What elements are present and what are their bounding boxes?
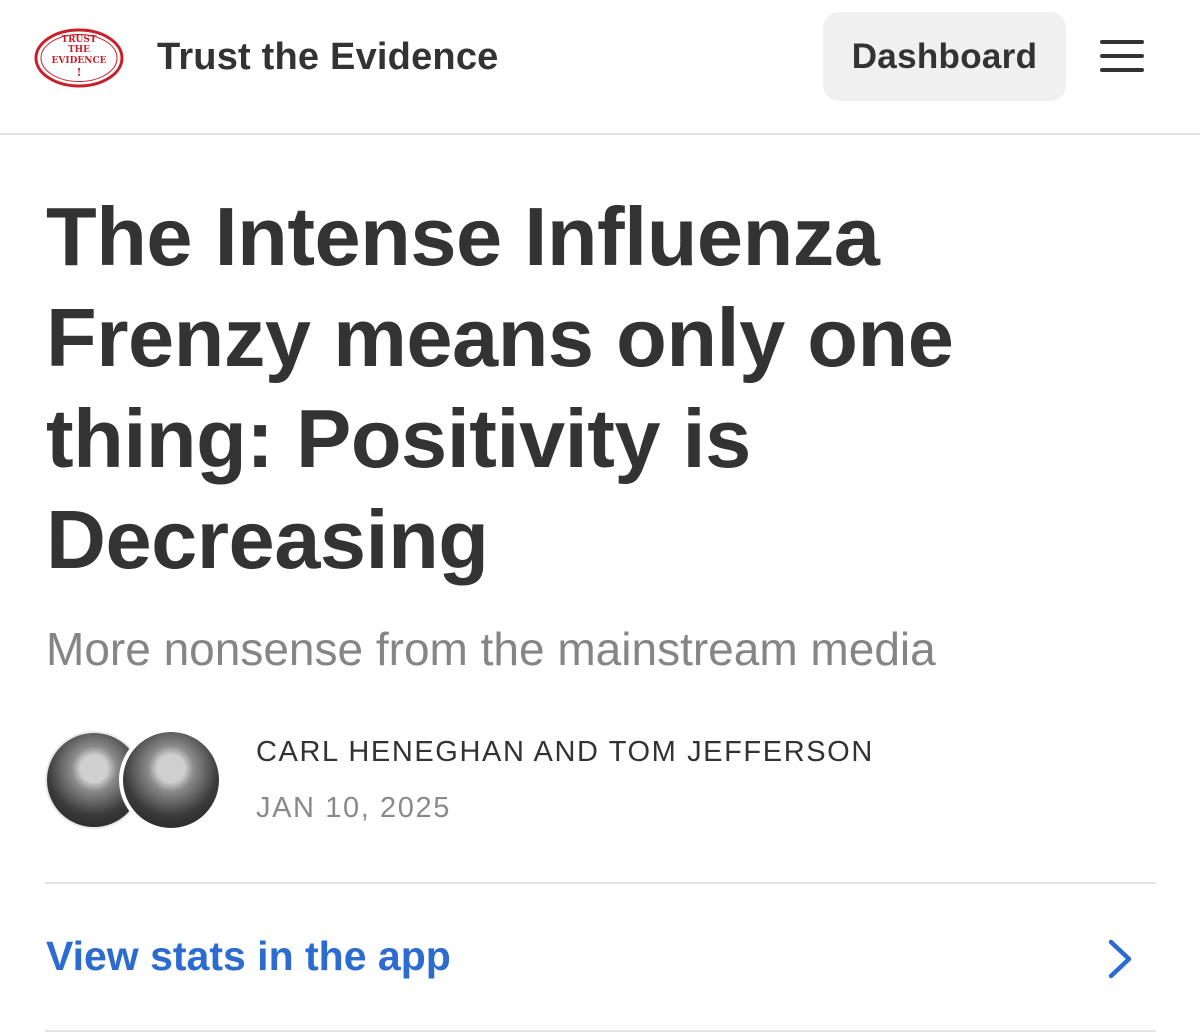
publication-logo[interactable]: TRUST THE EVIDENCE ! [33, 27, 125, 89]
top-bar: TRUST THE EVIDENCE ! Trust the Evidence … [0, 0, 1200, 135]
logo-text-line-3: EVIDENCE [52, 56, 107, 66]
dashboard-button[interactable]: Dashboard [823, 12, 1066, 101]
publish-date: JAN 10, 2025 [256, 792, 451, 824]
author-names[interactable]: CARL HENEGHAN AND TOM JEFFERSON [256, 736, 874, 769]
view-stats-link[interactable]: View stats in the app [46, 933, 451, 980]
page: TRUST THE EVIDENCE ! Trust the Evidence … [0, 0, 1200, 1034]
chevron-right-icon[interactable] [1105, 938, 1135, 980]
divider [45, 1030, 1156, 1032]
publication-name[interactable]: Trust the Evidence [157, 36, 498, 79]
avatar-tom-jefferson[interactable] [119, 728, 223, 832]
hamburger-menu-icon[interactable] [1100, 38, 1144, 74]
article-title: The Intense Influenza Frenzy means only … [46, 190, 954, 586]
logo-text-line-2: THE [68, 45, 90, 55]
logo-text-line-4: ! [77, 66, 82, 79]
author-avatars[interactable] [45, 728, 225, 833]
logo-text-line-1: TRUST [61, 35, 97, 45]
article-subtitle: More nonsense from the mainstream media [46, 623, 936, 675]
divider [45, 882, 1156, 884]
